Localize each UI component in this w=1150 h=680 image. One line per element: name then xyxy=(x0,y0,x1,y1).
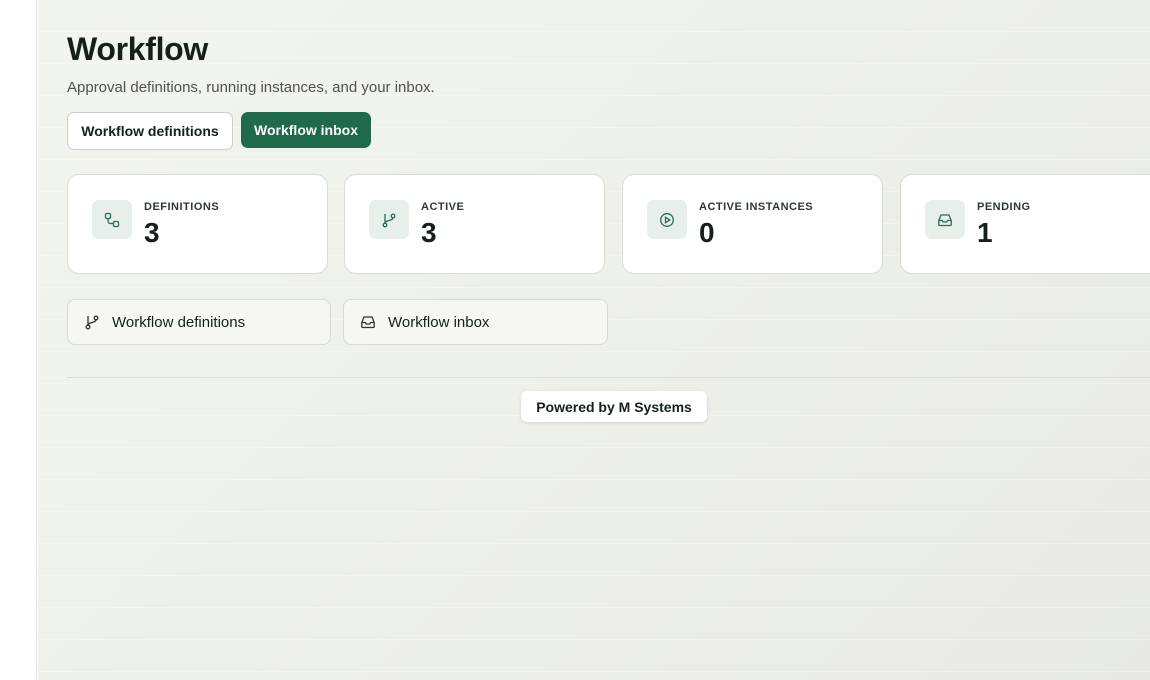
workflow-definitions-button[interactable]: Workflow definitions xyxy=(67,112,233,150)
workflow-inbox-button[interactable]: Workflow inbox xyxy=(241,112,371,148)
stat-card-active: ACTIVE 3 xyxy=(344,174,605,274)
stat-label: DEFINITIONS xyxy=(144,201,220,213)
stat-value: 3 xyxy=(421,217,437,248)
divider xyxy=(67,377,1150,378)
stat-value: 3 xyxy=(144,217,160,248)
stat-label: ACTIVE xyxy=(421,201,465,213)
stat-value: 0 xyxy=(699,217,715,248)
inbox-icon xyxy=(925,200,965,239)
link-label: Workflow definitions xyxy=(112,314,246,331)
link-workflow-definitions[interactable]: Workflow definitions xyxy=(67,299,331,345)
page-subtitle: Approval definitions, running instances,… xyxy=(67,79,435,96)
stat-label: ACTIVE INSTANCES xyxy=(699,201,814,213)
play-circle-icon xyxy=(647,200,687,239)
workflow-nodes-icon xyxy=(92,200,132,239)
stat-card-pending: PENDING 1 xyxy=(900,174,1150,274)
powered-by-badge: Powered by M Systems xyxy=(521,391,707,422)
stat-label: PENDING xyxy=(977,201,1031,213)
branch-icon xyxy=(84,314,100,330)
left-rail xyxy=(0,0,37,680)
main-area: Workflow Approval definitions, running i… xyxy=(38,0,1150,680)
stat-value: 1 xyxy=(977,217,993,248)
stat-card-definitions: DEFINITIONS 3 xyxy=(67,174,328,274)
inbox-icon xyxy=(360,314,376,330)
stat-card-active-instances: ACTIVE INSTANCES 0 xyxy=(622,174,883,274)
link-workflow-inbox[interactable]: Workflow inbox xyxy=(343,299,608,345)
link-label: Workflow inbox xyxy=(388,314,490,331)
branch-icon xyxy=(369,200,409,239)
page-title: Workflow xyxy=(67,31,209,67)
